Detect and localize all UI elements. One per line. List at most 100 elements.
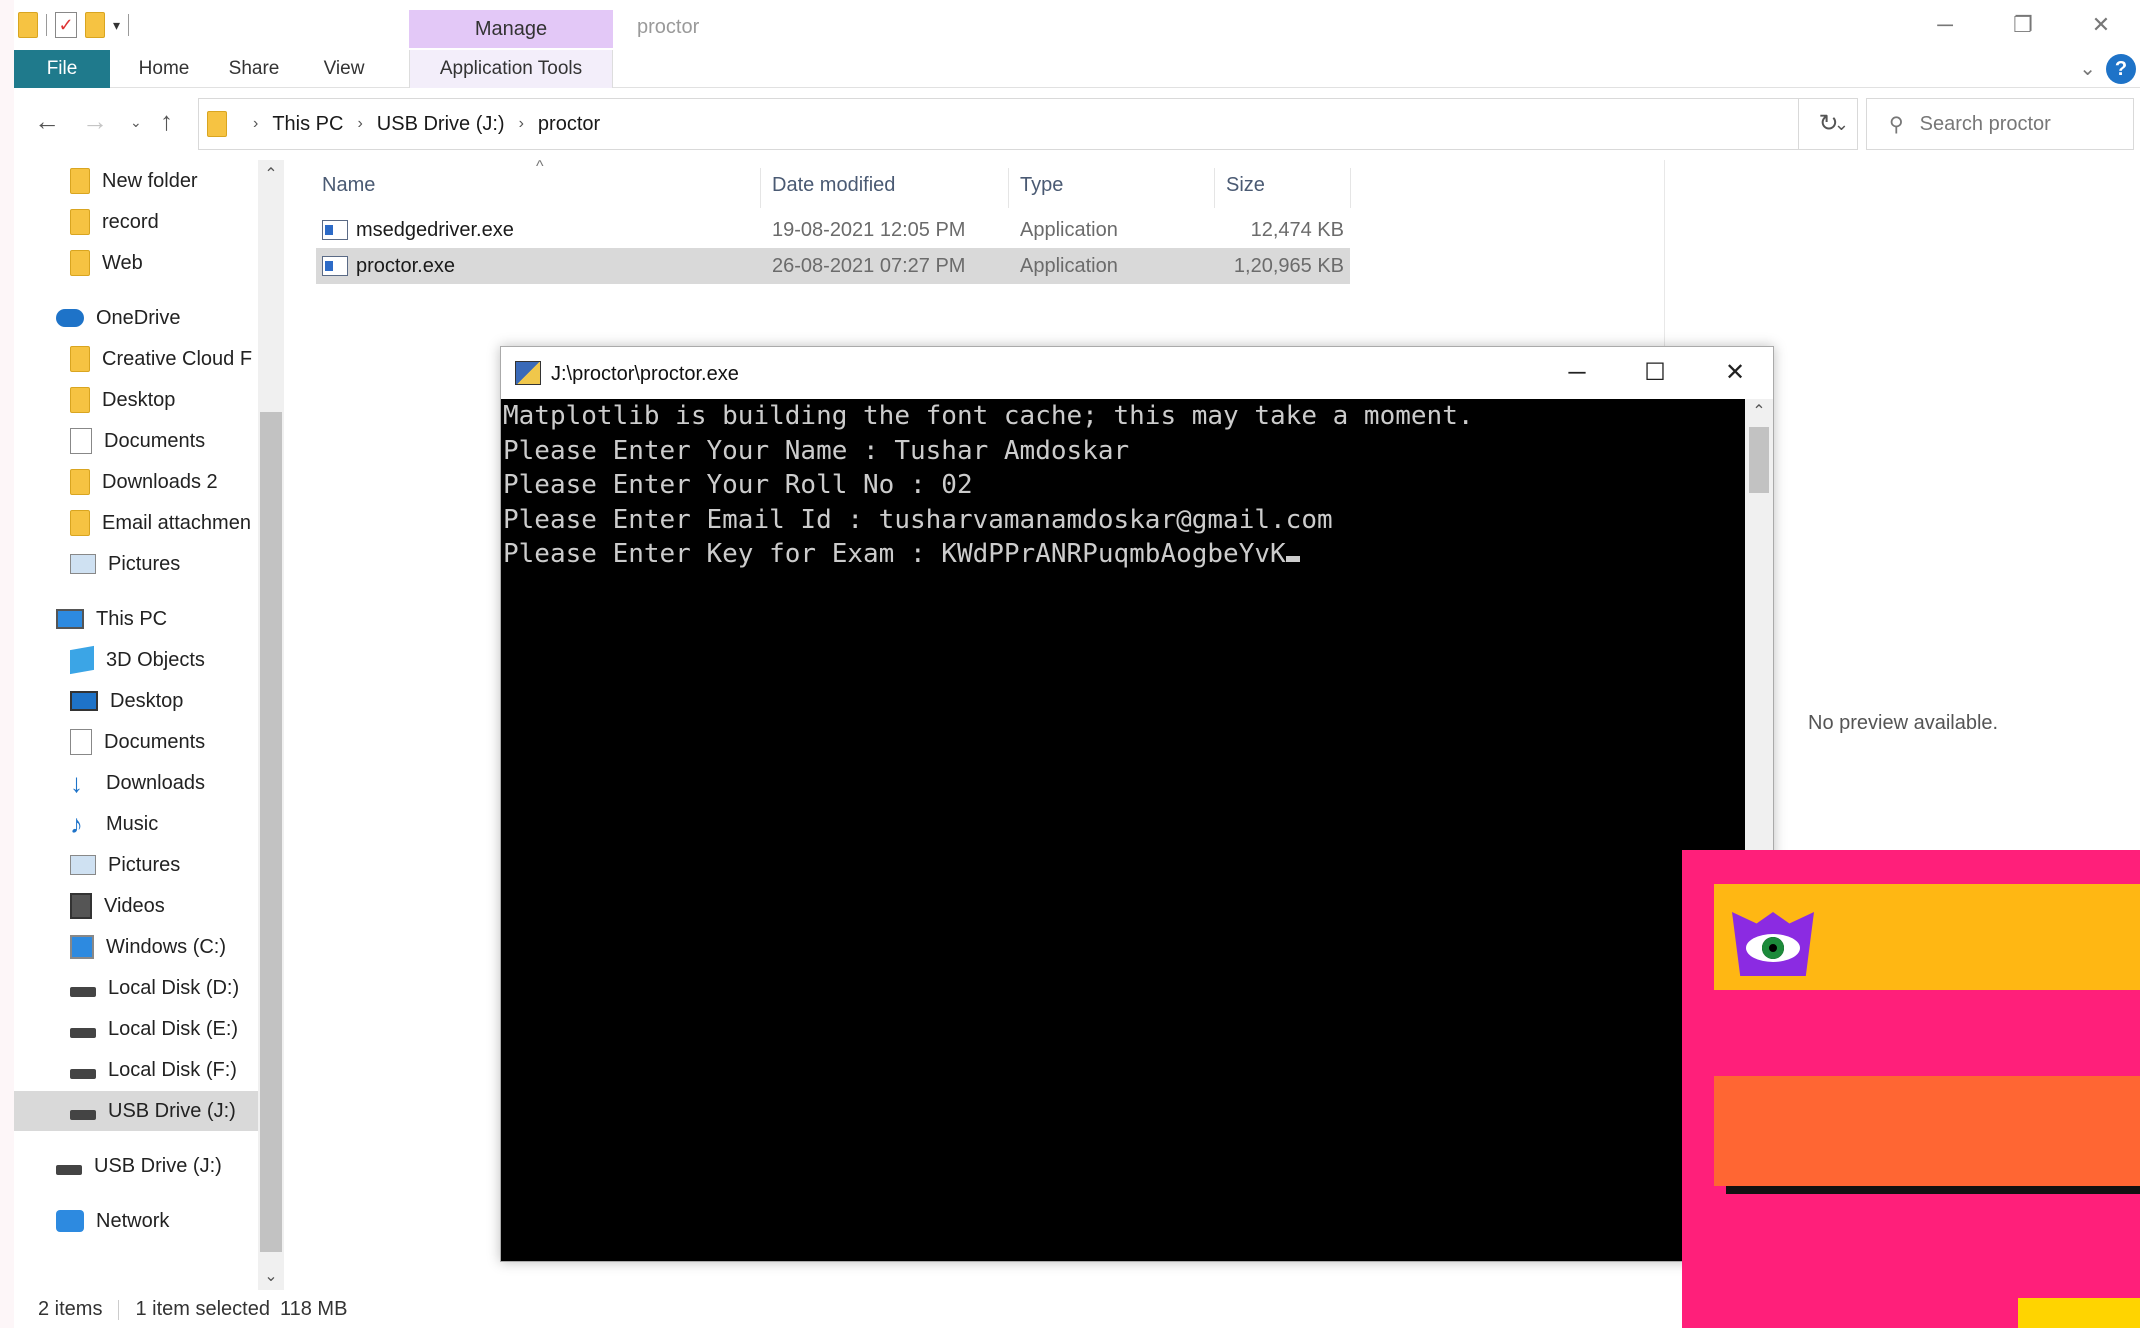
sidebar-item-pictures-pc[interactable]: Pictures — [14, 845, 262, 885]
sidebar-item-documents[interactable]: Documents — [14, 421, 262, 461]
sidebar-item-record[interactable]: record — [14, 202, 262, 242]
close-button[interactable]: ✕ — [2062, 0, 2140, 50]
sidebar-item-downloads[interactable]: ↓ Downloads — [14, 763, 262, 803]
tab-manage[interactable]: Manage — [409, 10, 613, 48]
drive-icon — [70, 1069, 96, 1079]
sidebar-item-label: This PC — [96, 607, 168, 630]
sidebar-item-local-disk-d[interactable]: Local Disk (D:) — [14, 968, 262, 1008]
up-arrow-icon[interactable]: ↑ — [160, 106, 173, 137]
column-divider[interactable] — [1214, 168, 1215, 208]
tab-application-tools[interactable]: Application Tools — [409, 50, 613, 88]
console-line: Matplotlib is building the font cache; t… — [503, 401, 1474, 431]
sidebar-item-web[interactable]: Web — [14, 243, 262, 283]
sidebar-item-local-disk-e[interactable]: Local Disk (E:) — [14, 1009, 262, 1049]
column-divider[interactable] — [1350, 168, 1351, 208]
expand-ribbon-icon[interactable]: ⌄ — [2079, 56, 2096, 81]
sidebar-item-label: USB Drive (J:) — [108, 1099, 236, 1122]
sidebar-item-label: Documents — [104, 730, 206, 753]
help-icon[interactable]: ? — [2106, 54, 2136, 84]
folder-icon — [70, 250, 90, 276]
maximize-button[interactable]: ☐ — [1625, 353, 1685, 393]
scroll-up-icon[interactable]: ⌃ — [258, 164, 284, 184]
sidebar-item-label: Documents — [104, 429, 206, 452]
windows-drive-icon — [70, 935, 94, 959]
breadcrumb-this-pc[interactable]: This PC — [272, 113, 343, 136]
file-row-selected[interactable]: proctor.exe 26-08-2021 07:27 PM Applicat… — [316, 248, 1350, 284]
minimize-button[interactable]: ─ — [1547, 353, 1607, 393]
recent-locations-icon[interactable]: ⌄ — [130, 114, 142, 131]
sidebar-item-label: Creative Cloud F — [102, 347, 253, 370]
sidebar-item-network[interactable]: Network — [14, 1201, 262, 1241]
column-header-date[interactable]: Date modified — [772, 168, 895, 202]
sidebar-item-onedrive[interactable]: OneDrive — [14, 298, 262, 338]
sidebar-item-pictures[interactable]: Pictures — [14, 544, 262, 584]
address-bar[interactable]: › This PC › USB Drive (J:) › proctor ⌄ — [198, 98, 1858, 150]
properties-icon[interactable]: ✓ — [55, 12, 77, 38]
breadcrumb-proctor[interactable]: proctor — [538, 113, 600, 136]
sidebar-item-documents-pc[interactable]: Documents — [14, 722, 262, 762]
sidebar-item-windows-c[interactable]: Windows (C:) — [14, 927, 262, 967]
sidebar-item-label: OneDrive — [96, 306, 181, 329]
customize-toolbar-icon[interactable]: ▾ — [113, 17, 120, 34]
console-line: Please Enter Email Id : tusharvamanamdos… — [503, 504, 1333, 535]
back-arrow-icon[interactable]: ← — [34, 106, 60, 137]
divider — [128, 14, 130, 36]
breadcrumb-usb-drive[interactable]: USB Drive (J:) — [377, 113, 505, 136]
status-bar: 2 items 1 item selected 118 MB — [38, 1298, 347, 1322]
document-icon — [70, 428, 92, 454]
sidebar-item-creative-cloud[interactable]: Creative Cloud F — [14, 339, 262, 379]
scroll-up-icon[interactable]: ⌃ — [1745, 401, 1773, 421]
sidebar-item-email-attachments[interactable]: Email attachmen — [14, 503, 262, 543]
console-line: Please Enter Your Roll No : 02 — [503, 470, 973, 500]
tab-share[interactable]: Share — [214, 50, 294, 88]
sidebar-item-downloads-2[interactable]: Downloads 2 — [14, 462, 262, 502]
column-header-name[interactable]: Name — [322, 168, 375, 202]
sidebar-item-desktop[interactable]: Desktop — [14, 380, 262, 420]
chevron-right-icon[interactable]: › — [519, 115, 524, 133]
tab-view[interactable]: View — [304, 50, 384, 88]
new-folder-icon[interactable] — [85, 12, 105, 38]
drive-icon — [70, 1028, 96, 1038]
file-name: proctor.exe — [356, 255, 455, 277]
scrollbar-thumb[interactable] — [1749, 427, 1769, 493]
minimize-button[interactable]: ─ — [1906, 0, 1984, 50]
search-icon: ⚲ — [1889, 113, 1904, 136]
sidebar-scrollbar[interactable]: ⌃ ⌄ — [258, 160, 284, 1290]
console-line-text: Please Enter Key for Exam : KWdPPrANRPuq… — [503, 539, 1286, 569]
column-divider[interactable] — [760, 168, 761, 208]
music-icon: ♪ — [70, 809, 83, 839]
sidebar-item-local-disk-f[interactable]: Local Disk (F:) — [14, 1050, 262, 1090]
sidebar-item-this-pc[interactable]: This PC — [14, 599, 262, 639]
close-button[interactable]: ✕ — [1705, 353, 1765, 393]
sidebar-item-label: Downloads — [106, 771, 205, 794]
chevron-right-icon[interactable]: › — [357, 115, 362, 133]
forward-arrow-icon[interactable]: → — [82, 106, 108, 137]
sidebar-item-videos[interactable]: Videos — [14, 886, 262, 926]
sidebar-item-3d-objects[interactable]: 3D Objects — [14, 640, 262, 680]
file-size: 12,474 KB — [1250, 219, 1344, 241]
folder-icon[interactable] — [18, 12, 38, 38]
console-output[interactable]: Matplotlib is building the font cache; t… — [501, 399, 1745, 1261]
file-row[interactable]: msedgedriver.exe 19-08-2021 12:05 PM App… — [316, 212, 1350, 248]
sidebar-item-desktop-pc[interactable]: Desktop — [14, 681, 262, 721]
column-header-type[interactable]: Type — [1020, 168, 1063, 202]
console-title-bar[interactable]: J:\proctor\proctor.exe ─ ☐ ✕ — [501, 347, 1773, 399]
sidebar-item-usb-drive-j-root[interactable]: USB Drive (J:) — [14, 1146, 262, 1186]
text-cursor — [1285, 556, 1300, 562]
refresh-icon[interactable]: ↻ — [1798, 98, 1858, 150]
scroll-down-icon[interactable]: ⌄ — [258, 1266, 284, 1286]
column-divider[interactable] — [1008, 168, 1009, 208]
tab-home[interactable]: Home — [124, 50, 204, 88]
chevron-right-icon[interactable]: › — [253, 115, 258, 133]
console-input-line[interactable]: Please Enter Key for Exam : KWdPPrANRPuq… — [501, 537, 1745, 572]
sidebar-item-usb-drive-j[interactable]: USB Drive (J:) — [14, 1091, 262, 1131]
restore-button[interactable]: ❐ — [1984, 0, 2062, 50]
application-icon — [322, 220, 348, 240]
tab-file[interactable]: File — [14, 50, 110, 88]
scrollbar-thumb[interactable] — [260, 412, 282, 1252]
sidebar-item-new-folder[interactable]: New folder — [14, 161, 262, 201]
search-box[interactable]: ⚲ Search proctor — [1866, 98, 2134, 150]
sidebar-item-music[interactable]: ♪ Music — [14, 804, 262, 844]
desktop-icon — [70, 691, 98, 711]
column-header-size[interactable]: Size — [1226, 168, 1265, 202]
